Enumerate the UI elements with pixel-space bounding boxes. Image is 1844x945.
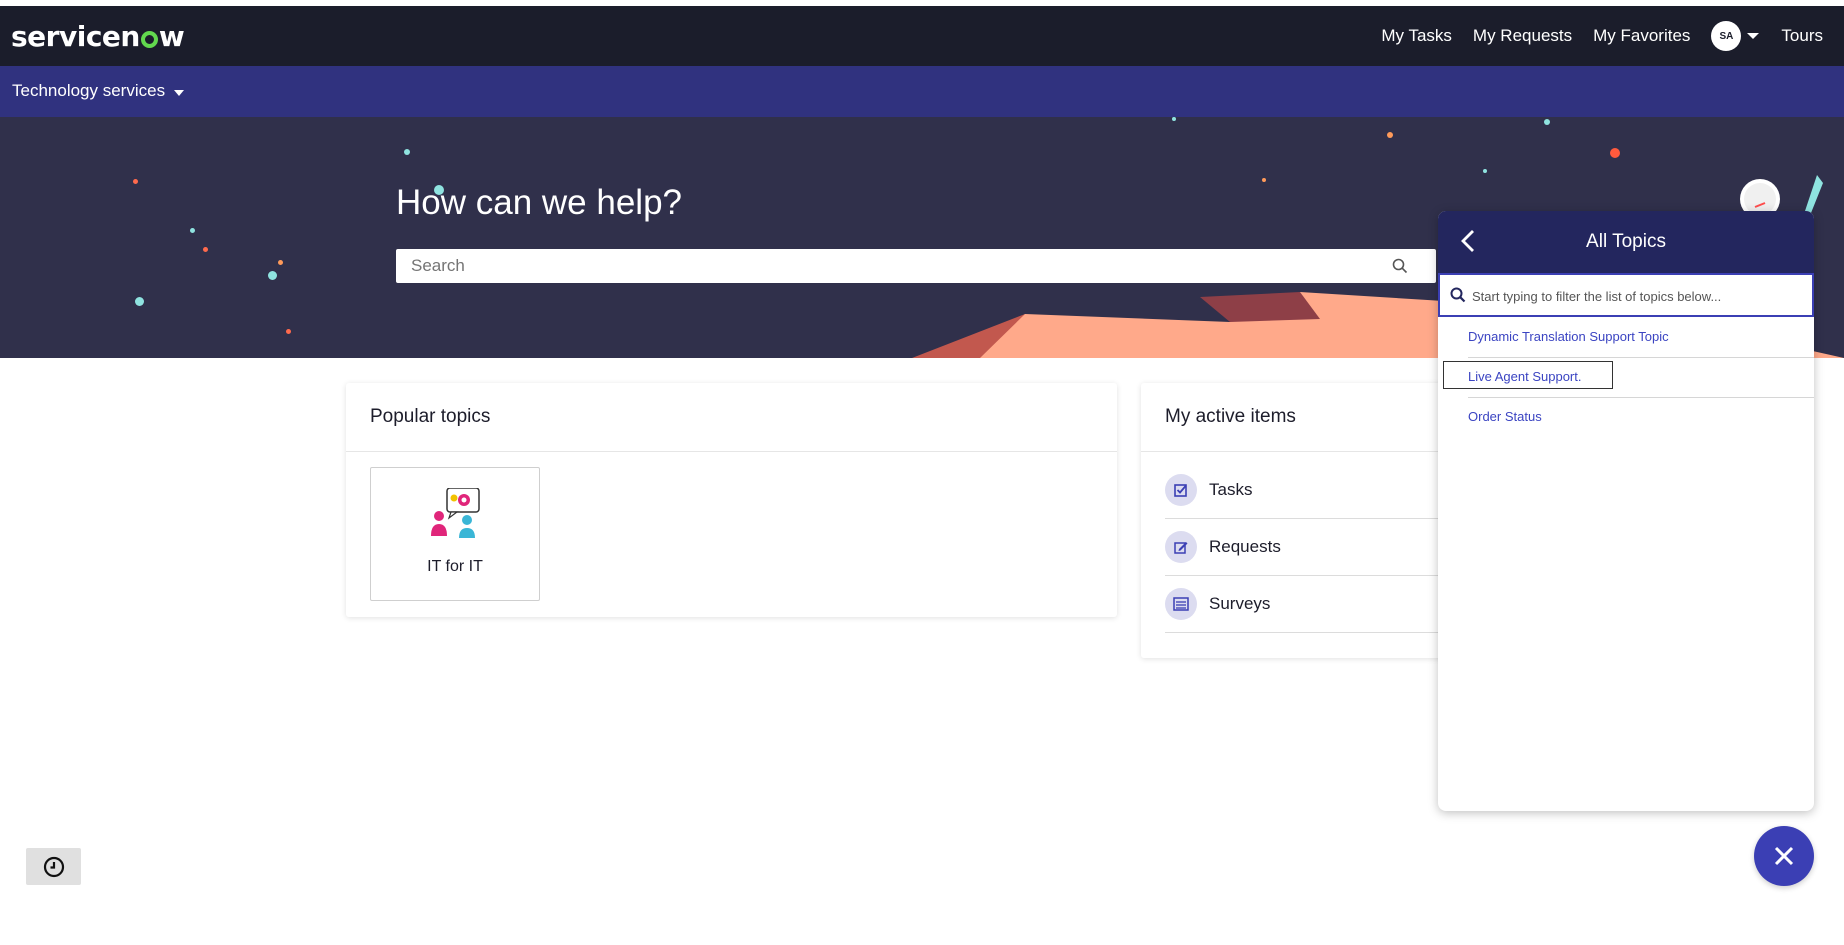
topic-filter-box bbox=[1438, 273, 1814, 317]
star-dot bbox=[190, 228, 195, 233]
active-item-label: Surveys bbox=[1209, 593, 1271, 613]
topic-tile-it-for-it[interactable]: IT for IT bbox=[370, 467, 540, 601]
active-item-label: Requests bbox=[1209, 536, 1281, 556]
star-dot bbox=[1387, 132, 1393, 138]
hero-search-box bbox=[396, 249, 1436, 283]
topic-item-order-status[interactable]: Order Status bbox=[1468, 397, 1814, 437]
my-active-items-card: My active items Tasks Requests Surveys bbox=[1141, 383, 1451, 658]
topic-item-label: Order Status bbox=[1468, 409, 1542, 424]
logo-text-end: w bbox=[158, 20, 185, 53]
servicenow-logo[interactable]: servicen w bbox=[11, 20, 185, 53]
clock-icon bbox=[43, 856, 64, 877]
star-dot bbox=[1544, 119, 1550, 125]
checkbox-icon bbox=[1165, 473, 1197, 506]
user-menu-chevron-down-icon[interactable] bbox=[1747, 33, 1760, 39]
history-button[interactable] bbox=[26, 848, 81, 885]
star-dot bbox=[286, 329, 291, 334]
topic-item-label: Live Agent Support. bbox=[1468, 369, 1582, 384]
close-icon bbox=[1774, 846, 1794, 866]
topic-item-dynamic-translation[interactable]: Dynamic Translation Support Topic bbox=[1468, 317, 1814, 358]
active-item-tasks[interactable]: Tasks bbox=[1165, 461, 1451, 519]
star-dot bbox=[1262, 178, 1266, 182]
panel-title: All Topics bbox=[1586, 231, 1666, 252]
sub-navbar: Technology services bbox=[0, 66, 1844, 117]
topic-item-live-agent-support[interactable]: Live Agent Support. bbox=[1443, 357, 1814, 398]
active-item-label: Tasks bbox=[1209, 479, 1253, 499]
all-topics-panel: All Topics Dynamic Translation Support T… bbox=[1438, 211, 1814, 811]
star-dot bbox=[1172, 117, 1176, 121]
hero-title: How can we help? bbox=[396, 183, 682, 222]
star-dot bbox=[1610, 148, 1620, 158]
popular-topics-card: Popular topics IT for IT bbox=[346, 383, 1117, 617]
divider bbox=[1141, 451, 1451, 452]
chevron-down-icon bbox=[174, 89, 185, 96]
topic-tile-label: IT for IT bbox=[427, 558, 483, 575]
star-dot bbox=[268, 271, 277, 280]
star-dot bbox=[135, 297, 144, 306]
nav-my-requests[interactable]: My Requests bbox=[1473, 26, 1572, 46]
panel-header: All Topics bbox=[1438, 211, 1814, 273]
hero-search-input[interactable] bbox=[396, 249, 1306, 283]
header-nav: My Tasks My Requests My Favorites SA Tou… bbox=[1381, 6, 1844, 66]
user-avatar[interactable]: SA bbox=[1711, 21, 1742, 51]
nav-my-favorites[interactable]: My Favorites bbox=[1593, 26, 1690, 46]
logo-o-icon bbox=[140, 31, 158, 48]
search-icon bbox=[1450, 287, 1466, 303]
star-dot bbox=[1483, 169, 1487, 173]
topic-filter-input[interactable] bbox=[1470, 283, 1804, 309]
close-chat-button[interactable] bbox=[1754, 826, 1814, 886]
active-item-surveys[interactable]: Surveys bbox=[1165, 575, 1451, 633]
star-dot bbox=[404, 149, 410, 155]
topic-item-label: Dynamic Translation Support Topic bbox=[1468, 329, 1669, 344]
search-icon[interactable] bbox=[1392, 258, 1408, 274]
star-dot bbox=[133, 179, 138, 184]
nav-tours[interactable]: Tours bbox=[1781, 26, 1823, 46]
divider bbox=[346, 451, 1117, 452]
technology-services-menu[interactable]: Technology services bbox=[12, 81, 185, 101]
logo-text: servicen bbox=[11, 20, 140, 53]
rocket-illustration bbox=[1805, 175, 1823, 213]
my-active-items-title: My active items bbox=[1165, 406, 1296, 427]
star-dot bbox=[278, 260, 283, 265]
technology-services-label: Technology services bbox=[12, 81, 166, 100]
top-navbar: servicen w My Tasks My Requests My Favori… bbox=[0, 6, 1844, 66]
popular-topics-title: Popular topics bbox=[370, 406, 491, 427]
active-item-requests[interactable]: Requests bbox=[1165, 518, 1451, 576]
people-gear-icon bbox=[431, 488, 480, 538]
star-dot bbox=[203, 247, 208, 252]
list-icon bbox=[1165, 587, 1197, 620]
nav-my-tasks[interactable]: My Tasks bbox=[1381, 26, 1452, 46]
edit-icon bbox=[1165, 530, 1197, 563]
